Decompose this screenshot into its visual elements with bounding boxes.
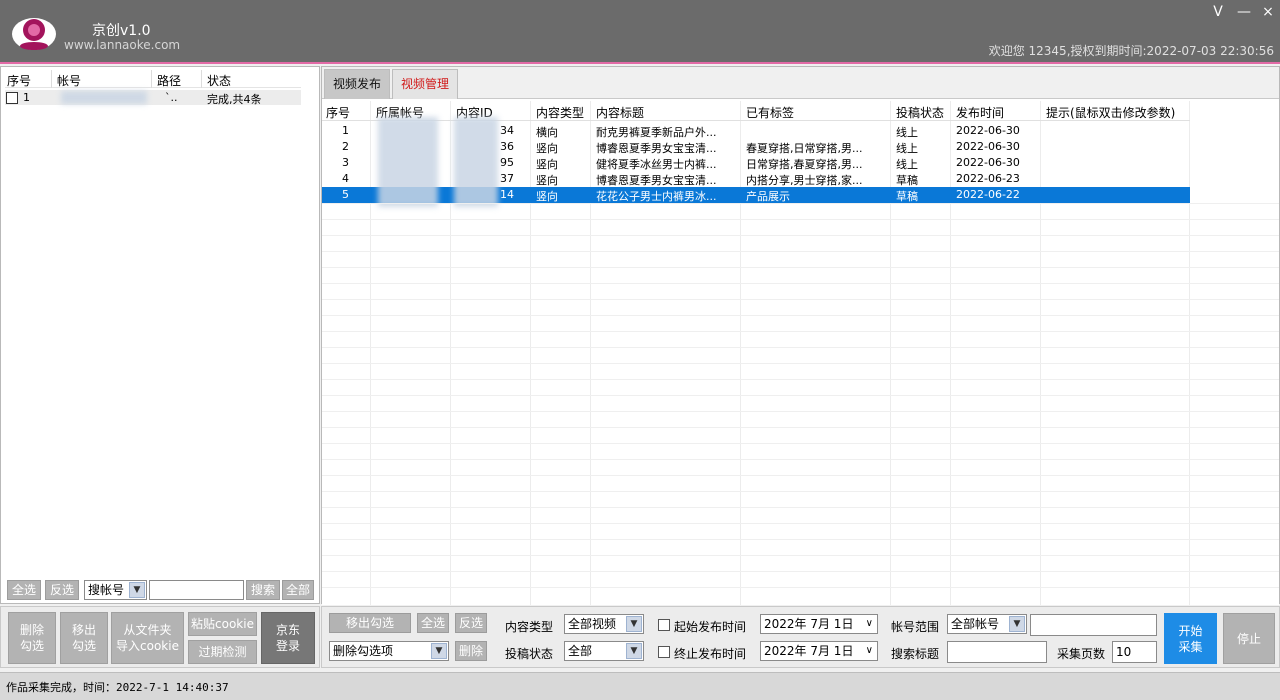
header-index: 序号 — [7, 74, 32, 88]
header-account: 帐号 — [57, 74, 82, 88]
video-panel: 视频发布 视频管理 序号 所属帐号 内容ID 内容类型 内容标题 已有标签 投稿… — [321, 66, 1280, 605]
pages-input[interactable] — [1112, 641, 1157, 663]
account-list-panel: 序号 帐号 路径 状态 1 `.. 完成,共4条 — [0, 66, 320, 604]
delete-button[interactable]: 删除 — [455, 641, 487, 661]
chevron-down-icon: ▼ — [129, 582, 145, 598]
move-checked-button[interactable]: 移出勾选 — [329, 613, 411, 633]
search-title-label: 搜索标题 — [891, 647, 940, 661]
expired-check-button[interactable]: 过期检测 — [188, 640, 257, 664]
video-grid-header: 序号 所属帐号 内容ID 内容类型 内容标题 已有标签 投稿状态 发布时间 提示… — [322, 101, 1190, 121]
account-toolbar: 全选 反选 搜帐号 ▼ 搜索 全部 — [0, 578, 320, 602]
account-row[interactable]: 1 `.. 完成,共4条 — [5, 90, 301, 106]
video-row[interactable]: 1 34 横向 耐克男裤夏季新品户外... 线上 2022-06-30 — [322, 123, 1190, 139]
col-index: 序号 — [326, 106, 351, 120]
blurred-account-ids — [378, 117, 438, 207]
move-checked-button[interactable]: 移出 勾选 — [60, 612, 108, 664]
col-publish-time: 发布时间 — [956, 106, 1005, 120]
pages-label: 采集页数 — [1057, 647, 1106, 661]
account-grid-header: 序号 帐号 路径 状态 — [5, 70, 301, 88]
tab-video-publish[interactable]: 视频发布 — [324, 69, 391, 99]
content-type-label: 内容类型 — [505, 620, 554, 634]
header-status: 状态 — [207, 74, 232, 88]
search-type-select[interactable]: 搜帐号 ▼ — [84, 580, 147, 600]
app-url: www.lannaoke.com — [64, 38, 181, 52]
video-row[interactable]: 3 95 竖向 健将夏季冰丝男士内裤... 日常穿搭,春夏穿搭,男... 线上 … — [322, 155, 1190, 171]
chevron-down-icon: ▼ — [1009, 616, 1025, 632]
end-time-checkbox[interactable] — [658, 646, 670, 658]
tab-bar: 视频发布 视频管理 — [322, 67, 1279, 99]
delete-option-select[interactable]: 删除勾选项 ▼ — [329, 641, 449, 661]
search-title-input[interactable] — [947, 641, 1047, 663]
dropdown-window-button[interactable]: V — [1208, 4, 1228, 20]
row-index: 1 — [23, 91, 30, 104]
app-logo-icon — [12, 18, 56, 50]
show-all-button[interactable]: 全部 — [282, 580, 314, 600]
title-bar: 京创v1.0 www.lannaoke.com V — × 欢迎您 12345,… — [0, 0, 1280, 64]
col-hint: 提示(鼠标双击修改参数) — [1046, 106, 1176, 120]
tab-video-manage[interactable]: 视频管理 — [392, 69, 459, 99]
close-window-button[interactable]: × — [1258, 4, 1278, 20]
chevron-down-icon: ▼ — [431, 643, 447, 659]
start-collect-button[interactable]: 开始 采集 — [1164, 613, 1217, 664]
start-time-label: 起始发布时间 — [674, 620, 747, 634]
status-bar: 作品采集完成，时间：2022-7-1 14:40:37 — [0, 672, 1280, 700]
chevron-down-icon: ▼ — [626, 616, 642, 632]
select-all-button[interactable]: 全选 — [417, 613, 449, 633]
account-actions: 删除 勾选 移出 勾选 从文件夹 导入cookie 粘贴cookie 过期检测 … — [0, 606, 320, 668]
account-range-label: 帐号范围 — [891, 620, 940, 634]
col-title: 内容标题 — [596, 106, 645, 120]
stop-button[interactable]: 停止 — [1223, 613, 1275, 664]
header-path: 路径 — [157, 74, 182, 88]
row-path: `.. — [165, 91, 178, 104]
filter-controls: 移出勾选 全选 反选 删除勾选项 ▼ 删除 内容类型 全部视频 ▼ 投稿状态 全… — [321, 606, 1280, 668]
app-title: 京创v1.0 — [92, 23, 151, 39]
col-tags: 已有标签 — [746, 106, 795, 120]
col-post-status: 投稿状态 — [896, 106, 945, 120]
start-time-picker[interactable]: 2022年 7月 1日 ∨ — [760, 614, 878, 634]
chevron-down-icon: ∨ — [865, 618, 873, 629]
content-type-select[interactable]: 全部视频 ▼ — [564, 614, 644, 634]
search-button[interactable]: 搜索 — [246, 580, 280, 600]
video-row-selected[interactable]: 5 14 竖向 花花公子男士内裤男冰... 产品展示 草稿 2022-06-22 — [322, 187, 1190, 203]
blurred-account — [61, 91, 147, 104]
col-content-type: 内容类型 — [536, 106, 585, 120]
search-input[interactable] — [149, 580, 244, 600]
delete-checked-button[interactable]: 删除 勾选 — [8, 612, 56, 664]
license-info: 欢迎您 12345,授权到期时间:2022-07-03 22:30:56 — [988, 44, 1274, 58]
post-status-select[interactable]: 全部 ▼ — [564, 641, 644, 661]
import-cookie-button[interactable]: 从文件夹 导入cookie — [111, 612, 184, 664]
chevron-down-icon: ▼ — [626, 643, 642, 659]
account-range-select[interactable]: 全部帐号 ▼ — [947, 614, 1027, 634]
minimize-window-button[interactable]: — — [1234, 4, 1254, 20]
end-time-label: 终止发布时间 — [674, 647, 747, 661]
blurred-content-ids — [454, 117, 498, 207]
account-range-input[interactable] — [1030, 614, 1157, 636]
invert-selection-button[interactable]: 反选 — [45, 580, 79, 600]
select-all-button[interactable]: 全选 — [7, 580, 41, 600]
video-row[interactable]: 2 36 竖向 博睿恩夏季男女宝宝清... 春夏穿搭,日常穿搭,男... 线上 … — [322, 139, 1190, 155]
video-row[interactable]: 4 37 竖向 博睿恩夏季男女宝宝清... 内搭分享,男士穿搭,家... 草稿 … — [322, 171, 1190, 187]
jd-login-button[interactable]: 京东 登录 — [261, 612, 315, 664]
start-time-checkbox[interactable] — [658, 619, 670, 631]
status-text: 作品采集完成，时间：2022-7-1 14:40:37 — [6, 681, 229, 694]
post-status-label: 投稿状态 — [505, 647, 554, 661]
paste-cookie-button[interactable]: 粘贴cookie — [188, 612, 257, 636]
end-time-picker[interactable]: 2022年 7月 1日 ∨ — [760, 641, 878, 661]
video-grid: 序号 所属帐号 内容ID 内容类型 内容标题 已有标签 投稿状态 发布时间 提示… — [322, 101, 1279, 605]
invert-selection-button[interactable]: 反选 — [455, 613, 487, 633]
row-status: 完成,共4条 — [207, 93, 262, 106]
chevron-down-icon: ∨ — [865, 645, 873, 656]
